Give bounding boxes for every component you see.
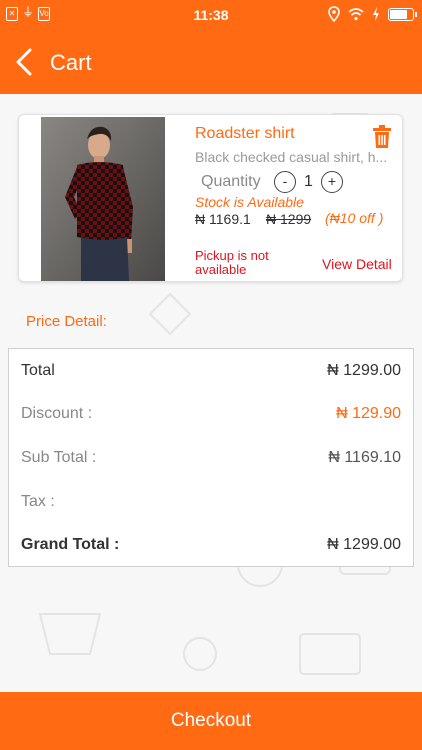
pickup-status: Pickup is not available [195, 248, 269, 277]
price-row-value: ₦ 1169.10 [328, 449, 401, 466]
battery-level [390, 9, 407, 19]
price-row-discount: Discount : ₦ 129.90 [21, 405, 401, 429]
battery-icon [388, 7, 417, 21]
price-detail-table: Total ₦ 1299.00 Discount : ₦ 129.90 Sub … [8, 348, 414, 567]
price-row-value: ₦ 129.90 [336, 405, 401, 422]
location-icon [328, 6, 340, 22]
price-row-grand-total: Grand Total : ₦ 1299.00 [21, 536, 401, 560]
price-row-tax: Tax : [21, 493, 401, 517]
discount-amount: (₦10 off ) [325, 210, 384, 226]
quantity-increase-button[interactable]: + [321, 171, 343, 193]
charging-icon [373, 7, 379, 21]
trash-icon[interactable] [372, 125, 392, 149]
product-description: Black checked casual shirt, h... [195, 149, 388, 165]
price-row-subtotal: Sub Total : ₦ 1169.10 [21, 449, 401, 473]
app-bar: Cart [0, 30, 422, 94]
product-name[interactable]: Roadster shirt [195, 125, 295, 143]
quantity-value: 1 [304, 173, 313, 190]
original-price: ₦ 1299 [266, 211, 312, 227]
back-arrow-icon[interactable] [10, 44, 40, 80]
price-row-value: ₦ 1299.00 [327, 536, 401, 553]
checkout-button[interactable]: Checkout [0, 692, 422, 750]
page-title: Cart [50, 50, 92, 75]
stock-status: Stock is Available [195, 194, 304, 210]
wifi-icon [348, 8, 364, 21]
quantity-decrease-button[interactable]: - [274, 171, 296, 193]
quantity-label: Quantity [201, 173, 261, 190]
price-row-label: Sub Total : [21, 449, 97, 466]
status-right-icons [328, 6, 417, 22]
price-row-label: Grand Total : [21, 536, 120, 553]
discounted-price: ₦ 1169.1 [195, 211, 251, 227]
price-row-total: Total ₦ 1299.00 [21, 362, 401, 386]
price-detail-heading: Price Detail: [26, 313, 107, 330]
price-row-value: ₦ 1299.00 [327, 362, 401, 379]
price-row-label: Discount : [21, 405, 93, 422]
product-image[interactable] [41, 117, 165, 281]
view-detail-link[interactable]: View Detail [322, 256, 392, 272]
product-photo [41, 117, 165, 281]
price-row-label: Total [21, 362, 55, 379]
price-row-label: Tax : [21, 493, 55, 510]
status-bar: ✕ ⏚ Vo 11:38 [0, 0, 422, 30]
cart-item-card[interactable]: Roadster shirt Black checked casual shir… [18, 114, 403, 282]
